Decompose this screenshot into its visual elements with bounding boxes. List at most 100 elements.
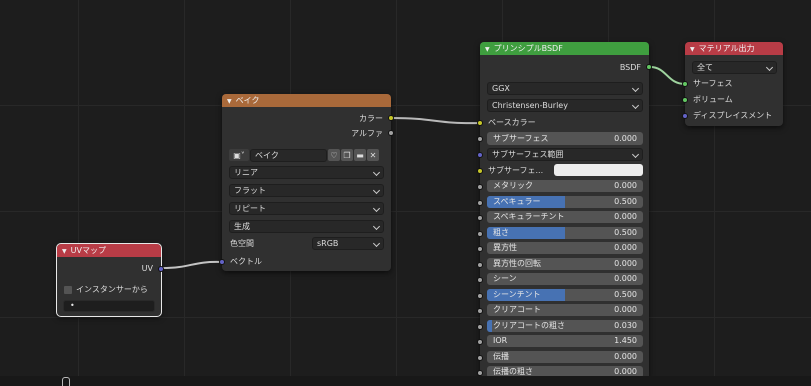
distribution-value: GGX (492, 84, 510, 93)
surface-input-label: サーフェス (693, 79, 733, 88)
bsdf-field-label: クリアコートの粗さ (493, 321, 565, 330)
chevron-down-icon (372, 239, 381, 248)
bake-node-header[interactable]: ▼ ベイク (222, 94, 391, 107)
subsurface-radius-dropdown[interactable]: サブサーフェス範囲 (487, 148, 643, 161)
projection-dropdown[interactable]: フラット (229, 184, 384, 197)
bsdf-field-value: 0.500 (614, 228, 637, 237)
uv-output-socket[interactable] (158, 266, 164, 272)
extension-dropdown[interactable]: リピート (229, 202, 384, 215)
subsurface-method-value: Christensen-Burley (492, 101, 568, 110)
instancer-label: インスタンサーから (76, 285, 148, 294)
bsdf-field-value: 0.000 (614, 274, 637, 283)
subsurface-method-dropdown[interactable]: Christensen-Burley (487, 99, 643, 112)
bsdf-field[interactable]: 異方性の回転 0.000 (487, 258, 643, 270)
unlink-close-icon[interactable]: ✕ (367, 149, 379, 161)
bsdf-field[interactable]: シーンチント 0.500 (487, 289, 643, 301)
bake-node[interactable]: ▼ ベイク カラー アルファ ▣˅ ベイク ♡ ❐ ▬ ✕ リニア フラット リピ… (219, 94, 394, 271)
bsdf-field-fill (487, 320, 492, 332)
bake-alpha-output-socket[interactable] (388, 130, 394, 136)
chevron-down-icon (372, 186, 381, 195)
bsdf-field[interactable]: シーン 0.000 (487, 273, 643, 285)
source-dropdown[interactable]: 生成 (229, 220, 384, 233)
bsdf-field-value: 0.000 (614, 305, 637, 314)
bsdf-field-input-socket[interactable] (477, 231, 483, 237)
bsdf-field-value: 0.000 (614, 243, 637, 252)
bsdf-field-input-socket[interactable] (477, 324, 483, 330)
bsdf-field-input-socket[interactable] (477, 308, 483, 314)
principled-bsdf-node[interactable]: ▼ プリンシプルBSDF BSDF GGX Christensen-Burley … (477, 42, 652, 378)
bake-alpha-output-label: アルファ (351, 129, 383, 138)
bake-color-output-socket[interactable] (388, 115, 394, 121)
subsurface-field[interactable]: サブサーフェス 0.000 (487, 132, 643, 145)
bsdf-field[interactable]: メタリック 0.000 (487, 180, 643, 192)
material-output-node[interactable]: ▼ マテリアル出力 全て サーフェス ボリューム ディスプレイスメント (682, 42, 783, 126)
uv-map-field-value: • (70, 301, 75, 310)
interpolation-value: リニア (234, 168, 258, 177)
subsurface-color-swatch[interactable] (554, 164, 643, 176)
chevron-down-icon (372, 168, 381, 177)
status-bar (0, 376, 811, 386)
interpolation-dropdown[interactable]: リニア (229, 166, 384, 179)
subsurface-input-socket[interactable] (477, 136, 483, 142)
mouse-icon (62, 377, 70, 386)
vector-input-socket[interactable] (219, 259, 225, 265)
bsdf-node-header[interactable]: ▼ プリンシプルBSDF (480, 42, 649, 55)
collapse-arrow-icon[interactable]: ▼ (485, 46, 490, 53)
bsdf-field-value: 0.030 (614, 321, 637, 330)
collapse-arrow-icon[interactable]: ▼ (62, 248, 67, 255)
bsdf-field-input-socket[interactable] (477, 262, 483, 268)
bsdf-field[interactable]: クリアコート 0.000 (487, 304, 643, 316)
subsurface-value: 0.000 (614, 134, 637, 143)
colorspace-value: sRGB (317, 239, 339, 248)
uvmap-node-header[interactable]: ▼ UVマップ (57, 244, 161, 257)
collapse-arrow-icon[interactable]: ▼ (227, 98, 232, 105)
bsdf-field-input-socket[interactable] (477, 277, 483, 283)
bsdf-field[interactable]: 異方性 0.000 (487, 242, 643, 254)
instancer-checkbox[interactable] (64, 286, 72, 294)
colorspace-dropdown[interactable]: sRGB (312, 237, 384, 250)
duplicate-icon[interactable]: ❐ (341, 149, 353, 161)
bsdf-field-input-socket[interactable] (477, 355, 483, 361)
vector-input-label: ベクトル (230, 257, 262, 266)
link-bsdf-to-surface (649, 66, 686, 85)
uv-map-field[interactable]: • (63, 300, 155, 312)
subsurface-radius-input-socket[interactable] (477, 152, 483, 158)
chevron-down-icon (765, 63, 774, 72)
image-name-field[interactable]: ベイク (250, 149, 327, 162)
bsdf-field-input-socket[interactable] (477, 184, 483, 190)
image-browse-icon[interactable]: ▣˅ (229, 149, 249, 161)
distribution-dropdown[interactable]: GGX (487, 82, 643, 95)
collapse-arrow-icon[interactable]: ▼ (690, 46, 695, 53)
open-folder-icon[interactable]: ▬ (354, 149, 366, 161)
bsdf-field-label: クリアコート (493, 305, 541, 314)
bsdf-field[interactable]: 伝播 0.000 (487, 351, 643, 363)
chevron-down-icon (631, 84, 640, 93)
bsdf-field[interactable]: 粗さ 0.500 (487, 227, 643, 239)
bsdf-field-input-socket[interactable] (477, 339, 483, 345)
bsdf-field-value: 0.500 (614, 290, 637, 299)
subsurface-color-input-socket[interactable] (477, 168, 483, 174)
bsdf-field-input-socket[interactable] (477, 293, 483, 299)
bsdf-field-input-socket[interactable] (477, 200, 483, 206)
bsdf-field-label: シーンチント (493, 290, 541, 299)
fake-user-shield-icon[interactable]: ♡ (328, 149, 340, 161)
surface-input-socket[interactable] (682, 81, 688, 87)
bsdf-field[interactable]: IOR 1.450 (487, 335, 643, 347)
node-editor-canvas[interactable]: ▼ UVマップ UV インスタンサーから • ▼ ベイク カラー アルファ ▣˅ ベ… (0, 0, 811, 378)
bsdf-field-value: 0.000 (614, 212, 637, 221)
bsdf-field-input-socket[interactable] (477, 215, 483, 221)
volume-input-socket[interactable] (682, 97, 688, 103)
volume-input-label: ボリューム (693, 95, 733, 104)
image-selector[interactable]: ▣˅ ベイク ♡ ❐ ▬ ✕ (229, 149, 384, 162)
base-color-input-socket[interactable] (477, 120, 483, 126)
bsdf-field-input-socket[interactable] (477, 246, 483, 252)
bsdf-field-value: 0.500 (614, 197, 637, 206)
output-target-dropdown[interactable]: 全て (692, 61, 777, 74)
uvmap-node[interactable]: ▼ UVマップ UV インスタンサーから • (56, 243, 164, 317)
output-node-header[interactable]: ▼ マテリアル出力 (685, 42, 783, 55)
bsdf-field[interactable]: スペキュラー 0.500 (487, 196, 643, 208)
bsdf-field[interactable]: スペキュラーチント 0.000 (487, 211, 643, 223)
displacement-input-socket[interactable] (682, 113, 688, 119)
bsdf-field[interactable]: クリアコートの粗さ 0.030 (487, 320, 643, 332)
bsdf-output-socket[interactable] (646, 64, 652, 70)
